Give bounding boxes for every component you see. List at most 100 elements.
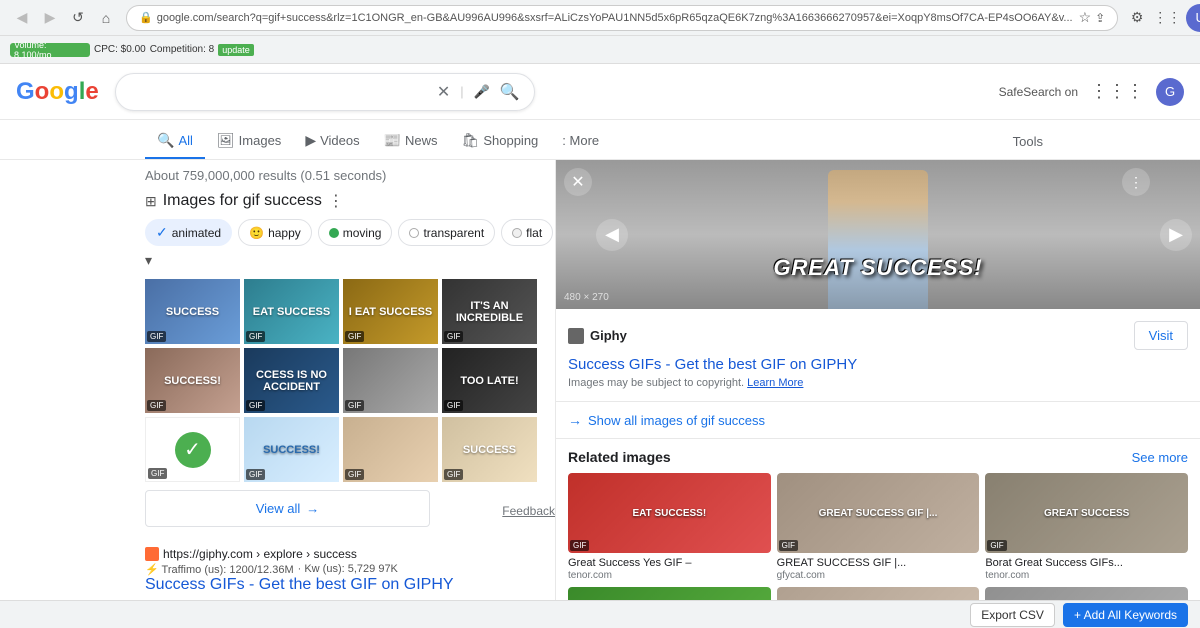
favicon-1 [145,547,159,561]
export-csv-button[interactable]: Export CSV [970,603,1055,627]
search-box[interactable]: gif success ✕ | 🎤 🔍 [115,73,535,111]
image-cell-1[interactable]: SUCCESS GIF [145,279,240,344]
related-gif-badge-3: GIF [987,540,1006,551]
browser-top-right: ⚙ ⋮⋮ U [1126,4,1200,32]
feedback-link[interactable]: Feedback [502,504,555,518]
home-button[interactable]: ⌂ [94,6,118,30]
gif-dimension-badge: 480 × 270 [564,292,609,303]
viewer-next-button[interactable]: ▶ [1160,219,1192,251]
filter-flat-label: flat [526,226,542,240]
image-cell-4[interactable]: it's an incredible GIF [442,279,537,344]
tab-news[interactable]: 📰 News [372,124,450,159]
search-nav-tabs: 🔍 All 🖼 Images ▶ Videos 📰 News 🛍 Shoppin… [0,120,1200,160]
gif-badge-8: GIF [444,400,463,411]
viewer-prev-button[interactable]: ◀ [596,219,628,251]
filter-pill-animated[interactable]: ✓ animated [145,219,232,246]
tab-more[interactable]: : More [550,125,611,158]
result-1-url: https://giphy.com › explore › success [145,547,555,561]
see-more-link[interactable]: See more [1132,450,1188,465]
add-all-keywords-button[interactable]: + Add All Keywords [1063,603,1188,627]
safesearch-label: SafeSearch on [999,85,1078,99]
image-cell-9[interactable]: ✓ GIF [145,417,240,482]
result-1-seo-metrics: ⚡ Traffimo (us): 1200/12.36M · Kw (us): … [145,563,555,576]
image-cell-6[interactable]: ccess is no accident GIF [244,348,339,413]
google-avatar[interactable]: G [1156,78,1184,106]
settings-icon[interactable]: ⚙ [1126,7,1148,29]
image-cell-11[interactable]: GIF [343,417,438,482]
tools-button[interactable]: Tools [1001,126,1055,157]
tab-images[interactable]: 🖼 Images [205,124,293,159]
learn-more-link[interactable]: Learn More [747,377,803,389]
check-circle: ✓ [175,432,211,468]
image-cell-10[interactable]: Success! GIF [244,417,339,482]
results-count: About 759,000,000 results (0.51 seconds) [145,168,555,183]
divider: | [460,84,463,99]
reload-button[interactable]: ↺ [66,6,90,30]
gif-badge-6: GIF [246,400,265,411]
filter-pill-transparent[interactable]: transparent [398,219,495,246]
image-cell-8[interactable]: TOO LATE! GIF [442,348,537,413]
related-caption-3: Borat Great Success GIFs... [985,556,1188,570]
tab-news-label: News [405,133,438,148]
result-1-title[interactable]: Success GIFs - Get the best GIF on GIPHY [145,576,555,594]
gif-badge-9: GIF [148,468,167,479]
gif-badge-5: GIF [147,400,166,411]
image-cell-3[interactable]: I EAT SUCCESS GIF [343,279,438,344]
image-search-icon[interactable]: 🔍 [500,82,520,102]
image-cell-12[interactable]: SUCCESS GIF [442,417,537,482]
gif-badge-11: GIF [345,469,364,480]
tab-videos[interactable]: ▶ Videos [293,124,371,159]
source-info: Giphy [568,328,627,344]
related-source-2: gfycat.com [777,570,980,581]
related-item-3[interactable]: GREAT SUCCESS GIF Borat Great Success GI… [985,473,1188,581]
google-apps-icon[interactable]: ⋮⋮⋮ [1090,81,1144,102]
view-all-label: View all [256,501,301,516]
visit-button[interactable]: Visit [1134,321,1188,350]
image-cell-2[interactable]: EAT SUCCESS GIF [244,279,339,344]
tab-all[interactable]: 🔍 All [145,124,205,159]
filter-expand-button[interactable]: ▾ [145,252,152,269]
filter-pill-flat[interactable]: flat [501,219,553,246]
apps-icon[interactable]: ⋮⋮ [1156,7,1178,29]
image-cell-5[interactable]: Success! GIF [145,348,240,413]
forward-button[interactable]: ▶ [38,6,62,30]
address-text: google.com/search?q=gif+success&rlz=1C1O… [157,12,1073,24]
image-grid: SUCCESS GIF EAT SUCCESS GIF I EAT SUCCES… [145,279,555,482]
view-all-button[interactable]: View all → [145,490,430,527]
related-gif-badge-2: GIF [779,540,798,551]
share-icon[interactable]: ⇪ [1095,11,1105,25]
show-all-images-link[interactable]: → Show all images of gif success [556,402,1200,439]
filter-pill-moving[interactable]: moving [318,219,393,246]
viewer-page-title[interactable]: Success GIFs - Get the best GIF on GIPHY [568,356,1188,373]
image-caption-5: Success! [164,375,221,387]
main-gif-display: GREAT SUCCESS! 480 × 270 [556,160,1200,309]
related-header: Related images See more [568,449,1188,465]
tab-shopping[interactable]: 🛍 Shopping [450,124,551,159]
star-icon[interactable]: ☆ [1079,9,1092,26]
competition-inline: Competition: 8 [150,44,214,55]
view-all-row: View all → Feedback [145,490,555,539]
viewer-close-button[interactable]: ✕ [564,168,592,196]
videos-icon: ▶ [305,132,316,149]
clear-icon[interactable]: ✕ [437,82,450,102]
related-img-text-1: EAT SUCCESS! [632,508,706,519]
back-button[interactable]: ◀ [10,6,34,30]
search-input[interactable]: gif success [130,83,429,100]
address-bar[interactable]: 🔒 google.com/search?q=gif+success&rlz=1C… [126,5,1118,31]
viewer-image-area: GREAT SUCCESS! 480 × 270 ✕ ⋮ ▶ ◀ [556,160,1200,309]
extension-bar: Volume: 8,100/mo CPC: $0.00 Competition:… [0,36,1200,64]
voice-search-icon[interactable]: 🎤 [474,84,490,100]
user-avatar[interactable]: U [1186,4,1200,32]
lock-icon: 🔒 [139,11,153,24]
related-source-3: tenor.com [985,570,1188,581]
tab-shopping-label: Shopping [483,133,538,148]
related-item-2[interactable]: GREAT SUCCESS GIF |... GIF GREAT SUCCESS… [777,473,980,581]
filter-pill-happy[interactable]: 🙂 happy [238,219,312,246]
filter-happy-label: happy [268,226,301,240]
related-item-1[interactable]: EAT SUCCESS! GIF Great Success Yes GIF –… [568,473,771,581]
images-more-options-button[interactable]: ⋮ [328,191,344,211]
viewer-more-button[interactable]: ⋮ [1122,168,1150,196]
image-cell-7[interactable]: GIF [343,348,438,413]
transparent-dot [409,228,419,238]
moving-dot [329,228,339,238]
